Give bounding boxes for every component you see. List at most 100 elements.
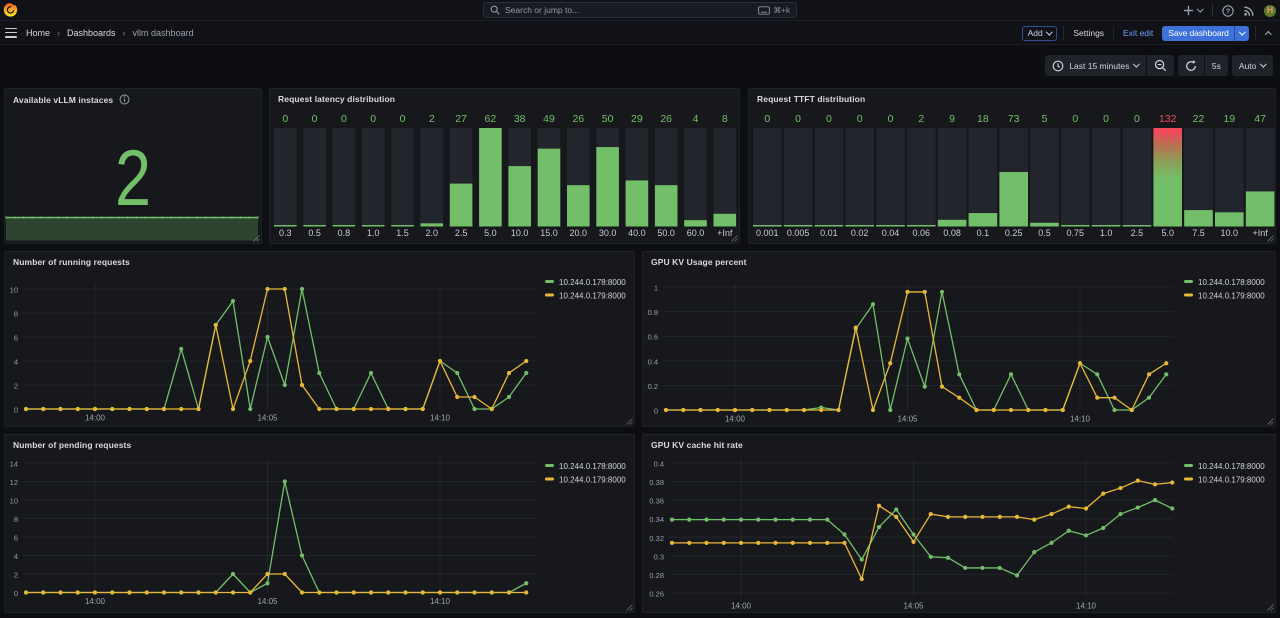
legend-item[interactable]: 10.244.0.178:8000 — [545, 462, 626, 471]
bar-category-label: 0.08 — [943, 228, 961, 238]
legend-label: 10.244.0.179:8000 — [559, 476, 626, 485]
bar-category-label: 0.5 — [308, 228, 321, 238]
time-range-picker[interactable]: Last 15 minutes — [1045, 55, 1146, 76]
bar-ttft-13 — [1153, 128, 1182, 227]
collapse-controls-button[interactable] — [1262, 29, 1275, 38]
chart-canvas — [5, 89, 263, 245]
legend-label: 10.244.0.179:8000 — [1198, 476, 1265, 485]
bar-latency-6 — [450, 184, 473, 227]
news-button[interactable] — [1243, 5, 1255, 17]
x-axis-label: 14:05 — [897, 415, 918, 424]
save-dashboard-button[interactable]: Save dashboard — [1162, 26, 1249, 41]
x-axis-label: 14:05 — [257, 414, 278, 423]
auto-refresh-picker[interactable]: Auto — [1232, 55, 1273, 76]
y-axis-label: 10 — [10, 496, 18, 505]
bar-latency-2 — [333, 225, 356, 227]
refresh-icon — [1185, 60, 1197, 72]
legend-item[interactable]: 10.244.0.179:8000 — [545, 292, 626, 301]
zoom-out-button[interactable] — [1147, 55, 1174, 76]
bar-ttft-7 — [969, 213, 998, 226]
chart-canvas: 024681014:0014:0514:1010.244.0.178:80001… — [5, 252, 636, 428]
panel-pending: Number of pending requests0246810121414:… — [4, 434, 635, 613]
menu-toggle-button[interactable] — [5, 28, 17, 38]
legend-item[interactable]: 10.244.0.179:8000 — [545, 476, 626, 485]
divider — [1212, 4, 1213, 17]
avatar[interactable]: H — [1264, 5, 1276, 17]
legend-item[interactable]: 10.244.0.178:8000 — [545, 278, 626, 287]
bar-ttft-12 — [1123, 225, 1152, 227]
bar-category-label: 0.8 — [338, 228, 351, 238]
auto-label: Auto — [1239, 61, 1257, 71]
bar-category-label: 10.0 — [511, 228, 529, 238]
exit-edit-button[interactable]: Exit edit — [1120, 26, 1156, 41]
legend-item[interactable]: 10.244.0.178:8000 — [1184, 278, 1265, 287]
panel-stat: Available vLLM instaces2 — [4, 88, 262, 244]
y-axis-label: 0.4 — [654, 459, 664, 468]
bar-category-label: +Inf — [717, 228, 733, 238]
help-button[interactable]: ? — [1222, 5, 1234, 17]
bar-category-label: 1.0 — [1100, 228, 1113, 238]
y-axis-label: 6 — [14, 334, 18, 343]
bar-latency-15 — [714, 214, 737, 227]
panel-kv: GPU KV Usage percent00.20.40.60.8114:001… — [642, 251, 1276, 427]
breadcrumb-dashboards[interactable]: Dashboards — [67, 28, 116, 38]
top-bar: Search or jump to... ⌘+k ? H — [0, 0, 1280, 21]
x-axis-label: 14:00 — [731, 602, 752, 611]
legend-item[interactable]: 10.244.0.179:8000 — [1184, 292, 1265, 301]
bar-ttft-4 — [876, 225, 905, 227]
add-menu-button[interactable] — [1183, 5, 1203, 16]
y-axis-label: 0.32 — [649, 534, 664, 543]
x-axis-label: 14:05 — [257, 597, 278, 606]
add-panel-button[interactable]: Add — [1022, 26, 1058, 41]
panel-hit: GPU KV cache hit rate0.260.280.30.320.34… — [642, 434, 1276, 613]
chevron-right-icon: › — [123, 28, 126, 38]
settings-button[interactable]: Settings — [1070, 26, 1107, 41]
bar-latency-13 — [655, 185, 678, 226]
bar-ttft-1 — [784, 225, 813, 227]
y-axis-label: 0.3 — [654, 552, 664, 561]
y-axis-label: 0.8 — [648, 308, 658, 317]
divider — [1255, 26, 1256, 40]
bar-value: 132 — [1159, 113, 1177, 125]
search-placeholder: Search or jump to... — [505, 5, 753, 15]
bar-latency-10 — [567, 185, 590, 226]
y-axis-label: 8 — [14, 515, 18, 524]
bar-category-label: 2.5 — [455, 228, 468, 238]
svg-text:?: ? — [1226, 6, 1231, 15]
search-icon — [490, 5, 500, 15]
bar-value: 4 — [693, 113, 699, 125]
legend-item[interactable]: 10.244.0.179:8000 — [1184, 476, 1265, 485]
refresh-button[interactable] — [1178, 55, 1204, 76]
bar-category-label: 0.02 — [851, 228, 869, 238]
zoom-out-icon — [1154, 59, 1167, 72]
bar-value: 0 — [370, 113, 376, 125]
bar-ttft-14 — [1184, 210, 1213, 226]
legend-label: 10.244.0.178:8000 — [1198, 462, 1265, 471]
search-input[interactable]: Search or jump to... ⌘+k — [483, 2, 797, 18]
panel-running: Number of running requests024681014:0014… — [4, 251, 635, 427]
bar-category-label: 1.5 — [396, 228, 409, 238]
bar-category-label: 30.0 — [599, 228, 617, 238]
time-range-label: Last 15 minutes — [1069, 61, 1129, 71]
bar-category-label: 40.0 — [628, 228, 646, 238]
x-axis-label: 14:10 — [430, 414, 451, 423]
y-axis-label: 0.38 — [649, 478, 664, 487]
refresh-interval-picker[interactable]: 5s — [1205, 55, 1228, 76]
bar-latency-7 — [479, 128, 502, 227]
bar-value: 0 — [1072, 113, 1078, 125]
y-axis-label: 0.4 — [648, 357, 658, 366]
legend-label: 10.244.0.179:8000 — [559, 292, 626, 301]
y-axis-label: 0.2 — [648, 382, 658, 391]
y-axis-label: 8 — [14, 310, 18, 319]
legend-item[interactable]: 10.244.0.178:8000 — [1184, 462, 1265, 471]
breadcrumb-home[interactable]: Home — [26, 28, 50, 38]
bar-value: 50 — [602, 113, 614, 125]
breadcrumb-current[interactable]: vllm dashboard — [133, 28, 194, 38]
refresh-interval-label: 5s — [1212, 61, 1221, 71]
y-axis-label: 0.26 — [649, 590, 664, 599]
chart-canvas: 00.00100.00500.0100.0200.0420.0690.08180… — [749, 89, 1277, 245]
x-axis-label: 14:00 — [725, 415, 746, 424]
grafana-logo[interactable] — [3, 2, 18, 17]
bar-category-label: 7.5 — [1192, 228, 1205, 238]
x-axis-label: 14:10 — [1070, 415, 1091, 424]
